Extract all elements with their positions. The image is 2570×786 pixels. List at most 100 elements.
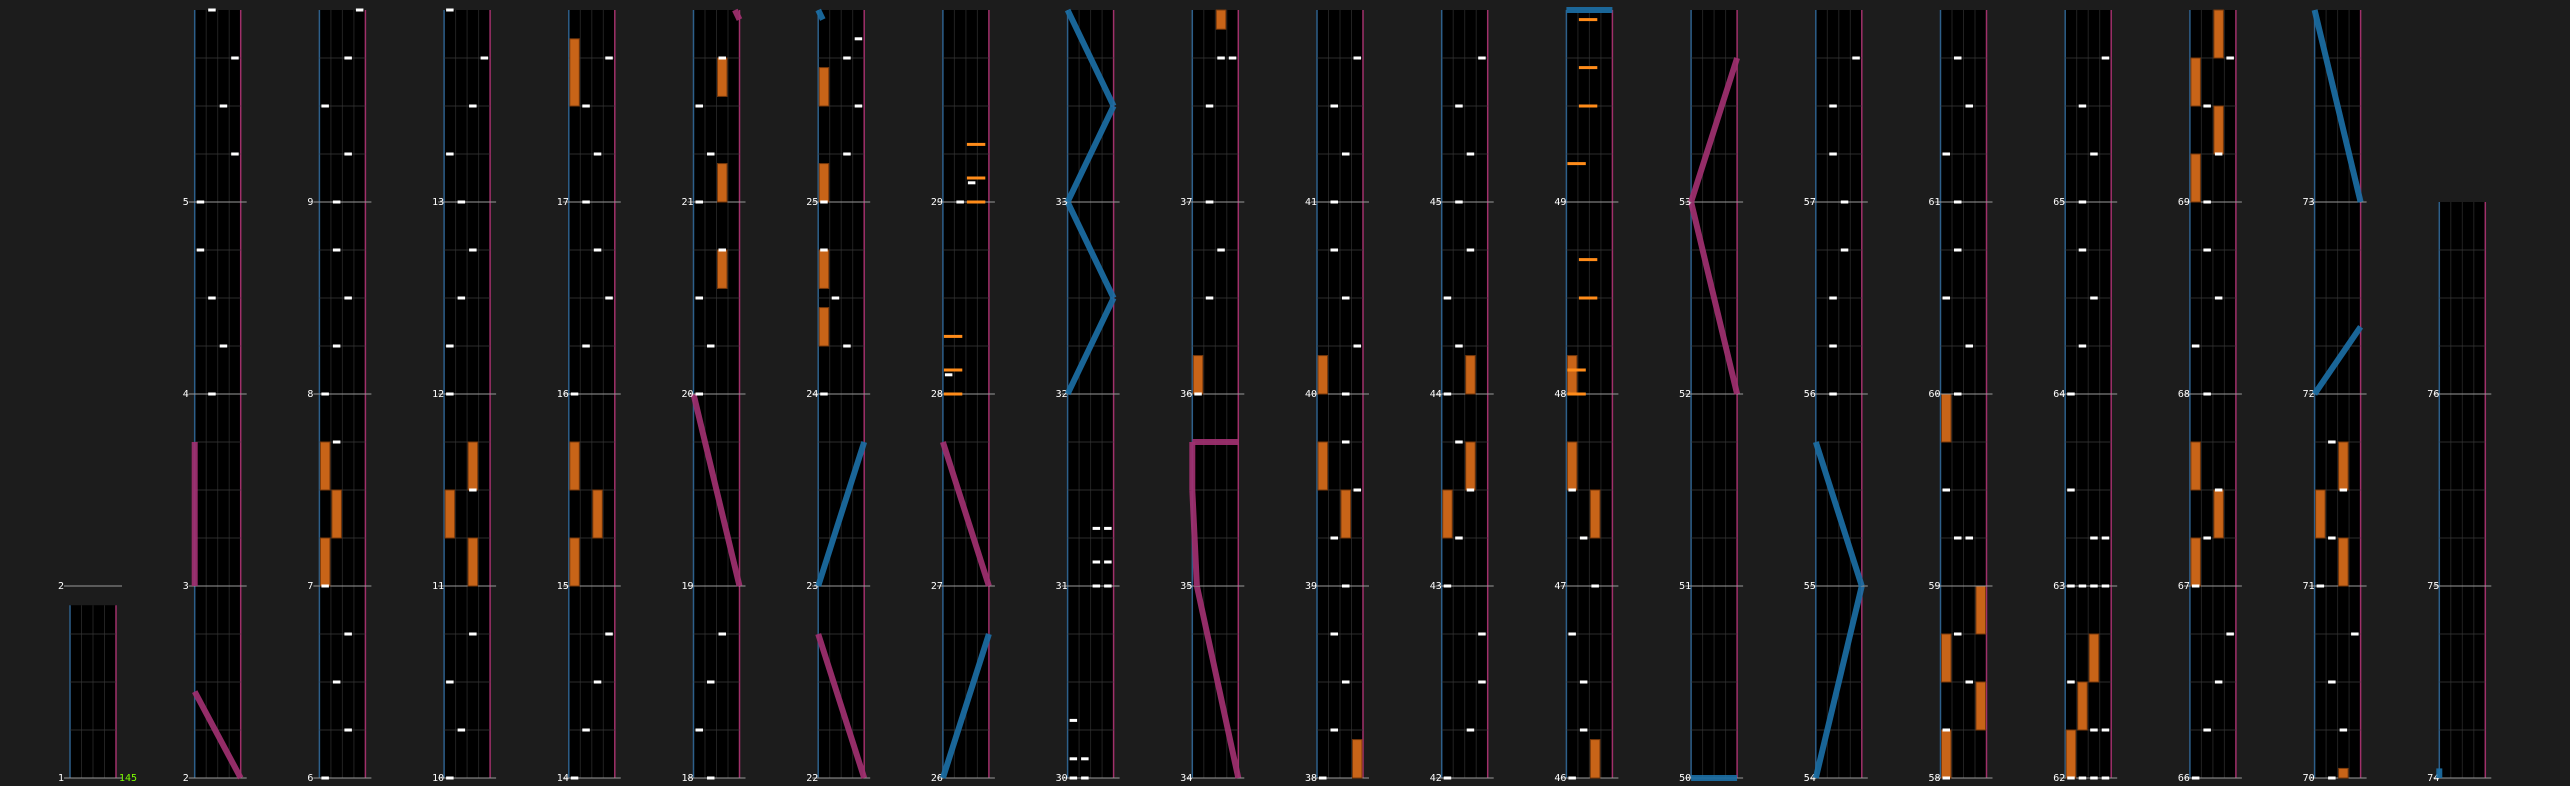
tap-note xyxy=(570,776,579,780)
tap-note xyxy=(2067,680,2075,684)
tap-note xyxy=(1579,536,1588,540)
tap-note xyxy=(2226,632,2234,636)
freeze-arrow xyxy=(1589,489,1601,539)
tap-note xyxy=(1954,248,1962,252)
freeze-arrow xyxy=(2338,537,2349,587)
freeze-arrow xyxy=(467,441,479,491)
tap-note xyxy=(1092,584,1101,588)
measure-number: 34 xyxy=(1180,773,1192,784)
tap-note xyxy=(2203,200,2211,204)
measure-number: 24 xyxy=(806,389,818,400)
tap-note xyxy=(1353,344,1361,348)
freeze-arrow xyxy=(2088,633,2100,683)
freeze-arrow xyxy=(319,441,331,491)
measure-number: 48 xyxy=(1554,389,1566,400)
measure-number: 73 xyxy=(2303,197,2315,208)
tap-note xyxy=(2328,776,2336,780)
tap-note xyxy=(1829,104,1837,108)
tap-note xyxy=(956,200,964,204)
tap-note xyxy=(843,344,851,348)
freeze-arrow xyxy=(818,67,830,107)
tap-note xyxy=(1353,56,1361,60)
tap-note xyxy=(2191,344,2200,348)
tap-note xyxy=(593,152,602,156)
measure-number: 72 xyxy=(2303,389,2315,400)
laser-right xyxy=(732,8,743,21)
tap-note xyxy=(344,56,352,60)
tap-note xyxy=(2101,776,2110,780)
mine-note xyxy=(1567,392,1586,396)
measure-number: 40 xyxy=(1305,389,1317,400)
tap-note xyxy=(1443,776,1452,780)
measure-number: 37 xyxy=(1180,197,1192,208)
measure-number: 2 xyxy=(58,581,64,592)
measure-number: 27 xyxy=(931,581,943,592)
freeze-arrow xyxy=(2213,489,2224,539)
measure-number: 18 xyxy=(682,773,694,784)
measure-number: 65 xyxy=(2053,197,2065,208)
measure-number: 47 xyxy=(1554,581,1566,592)
freeze-arrow xyxy=(592,489,603,539)
measure-number: 63 xyxy=(2053,581,2065,592)
tap-note xyxy=(1568,776,1576,780)
measure-number: 14 xyxy=(557,773,569,784)
tap-note xyxy=(1579,728,1588,732)
tap-note xyxy=(1466,728,1475,732)
tap-note xyxy=(355,8,364,12)
measure-number: 41 xyxy=(1305,197,1317,208)
tap-note xyxy=(2101,584,2110,588)
tap-note xyxy=(1194,392,1202,396)
tap-note xyxy=(2090,152,2098,156)
tap-note xyxy=(332,680,341,684)
tap-note xyxy=(1205,104,1214,108)
tap-note xyxy=(695,296,703,300)
tap-note xyxy=(707,152,715,156)
tap-note xyxy=(1069,776,1078,780)
measure-number: 12 xyxy=(432,389,444,400)
measure-number: 61 xyxy=(1929,197,1941,208)
tap-note xyxy=(1965,104,1973,108)
freeze-arrow xyxy=(569,537,580,587)
tap-note xyxy=(1342,680,1350,684)
tap-note xyxy=(1942,152,1950,156)
tap-note xyxy=(2351,632,2359,636)
chart-canvas: 12145 23456789101112131415161718192021222… xyxy=(58,7,2492,784)
tap-note xyxy=(1591,584,1599,588)
measure-number: 44 xyxy=(1430,389,1442,400)
measure-number: 21 xyxy=(682,197,694,208)
tap-note xyxy=(582,104,590,108)
tap-note xyxy=(1965,680,1973,684)
tap-note xyxy=(1455,536,1463,540)
tap-note xyxy=(1954,632,1962,636)
measure-number: 46 xyxy=(1554,773,1566,784)
freeze-arrow xyxy=(1975,585,1986,635)
measure-number: 51 xyxy=(1679,581,1691,592)
tap-note xyxy=(1954,200,1962,204)
measure-number: 29 xyxy=(931,197,943,208)
measure-number: 66 xyxy=(2178,773,2190,784)
measure-number: 49 xyxy=(1554,197,1566,208)
tap-note xyxy=(2078,200,2087,204)
tap-note xyxy=(605,56,613,60)
tap-note xyxy=(332,344,341,348)
tap-note xyxy=(1829,392,1837,396)
mine-note xyxy=(1567,162,1586,166)
tap-note xyxy=(1330,632,1338,636)
tap-note xyxy=(1466,488,1475,492)
measure-number: 3 xyxy=(183,581,189,592)
tap-note xyxy=(967,181,976,185)
tap-note xyxy=(2101,728,2110,732)
tap-note xyxy=(2067,488,2075,492)
freeze-arrow xyxy=(569,441,580,491)
freeze-arrow xyxy=(2065,729,2077,779)
freeze-arrow xyxy=(2190,537,2201,587)
tap-note xyxy=(231,56,239,60)
measure-number: 76 xyxy=(2427,389,2439,400)
tap-note xyxy=(1104,560,1112,564)
tap-note xyxy=(854,37,863,41)
freeze-arrow xyxy=(2077,681,2088,731)
tap-note xyxy=(208,8,216,12)
measure-number: 31 xyxy=(1056,581,1068,592)
measure-number: 70 xyxy=(2303,773,2315,784)
tap-note xyxy=(1829,296,1837,300)
